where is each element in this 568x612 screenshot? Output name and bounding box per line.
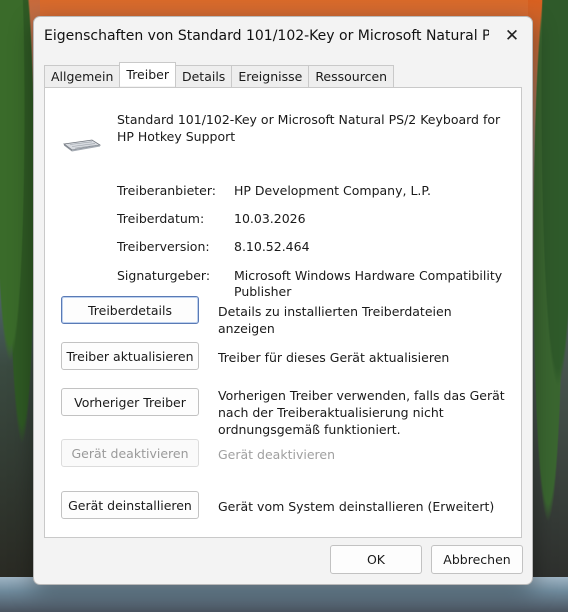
disable-device-button: Gerät deaktivieren: [61, 439, 199, 467]
update-driver-description: Treiber für dieses Gerät aktualisieren: [218, 350, 450, 365]
uninstall-device-button[interactable]: Gerät deinstallieren: [61, 491, 199, 519]
desktop-wallpaper-right: [528, 0, 568, 612]
driver-provider-value: HP Development Company, L.P.: [234, 183, 431, 198]
tab-details[interactable]: Details: [174, 65, 233, 87]
tab-allgemein[interactable]: Allgemein: [44, 65, 121, 87]
rollback-driver-button[interactable]: Vorheriger Treiber: [61, 388, 199, 416]
driver-version-label: Treiberversion:: [117, 239, 210, 254]
close-icon: ✕: [504, 26, 520, 46]
disable-device-description: Gerät deaktivieren: [218, 447, 335, 462]
window-title: Eigenschaften von Standard 101/102-Key o…: [44, 28, 489, 44]
driver-date-value: 10.03.2026: [234, 211, 306, 226]
driver-provider-label: Treiberanbieter:: [117, 183, 216, 198]
tab-ereignisse[interactable]: Ereignisse: [231, 65, 310, 87]
tab-bar: Allgemein Treiber Details Ereignisse Res…: [44, 62, 395, 87]
driver-tab-panel: Standard 101/102-Key or Microsoft Natura…: [44, 87, 522, 538]
keyboard-icon: [62, 139, 102, 152]
driver-version-value: 8.10.52.464: [234, 239, 310, 254]
cancel-button[interactable]: Abbrechen: [431, 545, 523, 574]
title-bar[interactable]: Eigenschaften von Standard 101/102-Key o…: [34, 17, 532, 55]
close-button[interactable]: ✕: [498, 23, 526, 49]
ok-button[interactable]: OK: [330, 545, 422, 574]
uninstall-device-description: Gerät vom System deinstallieren (Erweite…: [218, 499, 495, 514]
driver-date-label: Treiberdatum:: [117, 211, 205, 226]
driver-details-description: Details zu installierten Treiberdateien …: [218, 304, 452, 336]
signer-value: Microsoft Windows Hardware Compatibility…: [234, 268, 503, 299]
update-driver-button[interactable]: Treiber aktualisieren: [61, 342, 199, 370]
driver-details-button[interactable]: Treiberdetails: [61, 296, 199, 324]
tab-treiber[interactable]: Treiber: [119, 62, 176, 86]
tab-ressourcen[interactable]: Ressourcen: [308, 65, 395, 87]
signer-label: Signaturgeber:: [117, 268, 211, 283]
properties-dialog: Eigenschaften von Standard 101/102-Key o…: [33, 16, 533, 585]
device-name: Standard 101/102-Key or Microsoft Natura…: [117, 112, 501, 144]
rollback-driver-description: Vorherigen Treiber verwenden, falls das …: [218, 388, 505, 437]
